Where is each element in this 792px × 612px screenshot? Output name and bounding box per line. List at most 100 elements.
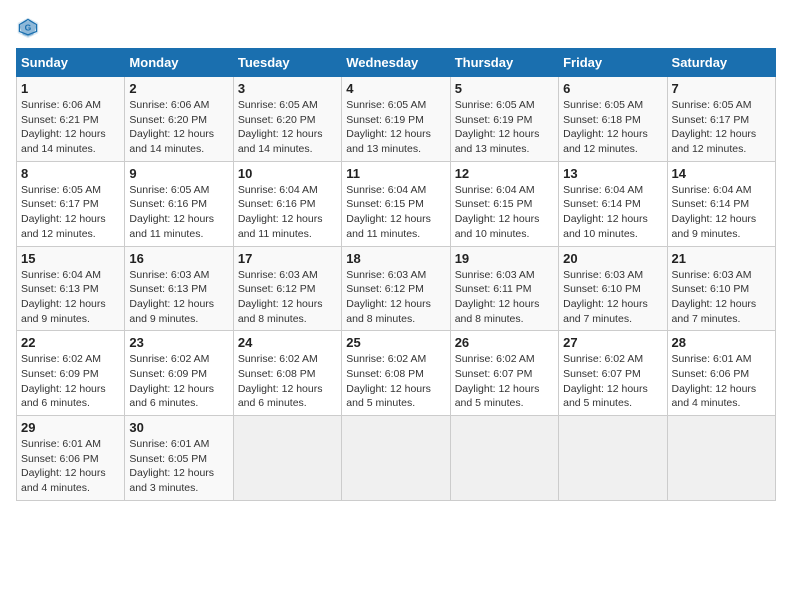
table-row: 25 Sunrise: 6:02 AM Sunset: 6:08 PM Dayl… [342,331,450,416]
sunrise: Sunrise: 6:02 AM [129,353,209,365]
table-row: 10 Sunrise: 6:04 AM Sunset: 6:16 PM Dayl… [233,161,341,246]
table-row: 26 Sunrise: 6:02 AM Sunset: 6:07 PM Dayl… [450,331,558,416]
table-row: 6 Sunrise: 6:05 AM Sunset: 6:18 PM Dayli… [559,77,667,162]
day-info: Sunrise: 6:05 AM Sunset: 6:20 PM Dayligh… [238,98,337,157]
daylight: Daylight: 12 hours and 4 minutes. [672,383,757,410]
sunset: Sunset: 6:19 PM [346,114,424,126]
sunset: Sunset: 6:21 PM [21,114,99,126]
daylight: Daylight: 12 hours and 14 minutes. [21,128,106,155]
sunrise: Sunrise: 6:06 AM [21,99,101,111]
day-info: Sunrise: 6:02 AM Sunset: 6:09 PM Dayligh… [129,352,228,411]
daylight: Daylight: 12 hours and 13 minutes. [346,128,431,155]
day-number: 13 [563,166,662,181]
day-number: 20 [563,251,662,266]
daylight: Daylight: 12 hours and 14 minutes. [129,128,214,155]
daylight: Daylight: 12 hours and 10 minutes. [563,213,648,240]
day-info: Sunrise: 6:05 AM Sunset: 6:19 PM Dayligh… [455,98,554,157]
daylight: Daylight: 12 hours and 6 minutes. [129,383,214,410]
day-number: 12 [455,166,554,181]
sunrise: Sunrise: 6:02 AM [21,353,101,365]
day-number: 30 [129,420,228,435]
day-number: 14 [672,166,771,181]
sunset: Sunset: 6:11 PM [455,283,532,295]
day-number: 5 [455,81,554,96]
sunset: Sunset: 6:06 PM [21,453,99,465]
sunset: Sunset: 6:20 PM [129,114,207,126]
calendar-header-row: Sunday Monday Tuesday Wednesday Thursday… [17,49,776,77]
calendar-week-row: 22 Sunrise: 6:02 AM Sunset: 6:09 PM Dayl… [17,331,776,416]
table-row [667,416,775,501]
day-info: Sunrise: 6:03 AM Sunset: 6:11 PM Dayligh… [455,268,554,327]
sunset: Sunset: 6:16 PM [129,198,207,210]
day-number: 24 [238,335,337,350]
table-row: 28 Sunrise: 6:01 AM Sunset: 6:06 PM Dayl… [667,331,775,416]
sunrise: Sunrise: 6:03 AM [563,269,643,281]
sunrise: Sunrise: 6:05 AM [455,99,535,111]
day-info: Sunrise: 6:03 AM Sunset: 6:12 PM Dayligh… [238,268,337,327]
sunset: Sunset: 6:12 PM [346,283,424,295]
day-number: 7 [672,81,771,96]
col-friday: Friday [559,49,667,77]
table-row: 16 Sunrise: 6:03 AM Sunset: 6:13 PM Dayl… [125,246,233,331]
day-number: 9 [129,166,228,181]
day-number: 23 [129,335,228,350]
day-number: 17 [238,251,337,266]
sunrise: Sunrise: 6:03 AM [672,269,752,281]
sunset: Sunset: 6:15 PM [346,198,424,210]
sunset: Sunset: 6:05 PM [129,453,207,465]
sunset: Sunset: 6:15 PM [455,198,533,210]
day-info: Sunrise: 6:06 AM Sunset: 6:21 PM Dayligh… [21,98,120,157]
sunset: Sunset: 6:19 PM [455,114,533,126]
table-row: 13 Sunrise: 6:04 AM Sunset: 6:14 PM Dayl… [559,161,667,246]
sunset: Sunset: 6:14 PM [672,198,750,210]
sunset: Sunset: 6:13 PM [129,283,207,295]
sunrise: Sunrise: 6:02 AM [238,353,318,365]
table-row: 18 Sunrise: 6:03 AM Sunset: 6:12 PM Dayl… [342,246,450,331]
daylight: Daylight: 12 hours and 9 minutes. [672,213,757,240]
daylight: Daylight: 12 hours and 12 minutes. [672,128,757,155]
daylight: Daylight: 12 hours and 9 minutes. [21,298,106,325]
day-info: Sunrise: 6:05 AM Sunset: 6:17 PM Dayligh… [21,183,120,242]
sunset: Sunset: 6:06 PM [672,368,750,380]
day-info: Sunrise: 6:04 AM Sunset: 6:14 PM Dayligh… [672,183,771,242]
sunset: Sunset: 6:16 PM [238,198,316,210]
sunrise: Sunrise: 6:01 AM [21,438,101,450]
sunrise: Sunrise: 6:05 AM [563,99,643,111]
day-number: 28 [672,335,771,350]
day-number: 10 [238,166,337,181]
sunrise: Sunrise: 6:01 AM [129,438,209,450]
sunrise: Sunrise: 6:04 AM [346,184,426,196]
sunset: Sunset: 6:17 PM [21,198,99,210]
day-number: 21 [672,251,771,266]
sunrise: Sunrise: 6:03 AM [129,269,209,281]
col-saturday: Saturday [667,49,775,77]
day-info: Sunrise: 6:05 AM Sunset: 6:17 PM Dayligh… [672,98,771,157]
calendar-week-row: 29 Sunrise: 6:01 AM Sunset: 6:06 PM Dayl… [17,416,776,501]
day-info: Sunrise: 6:03 AM Sunset: 6:10 PM Dayligh… [672,268,771,327]
sunset: Sunset: 6:20 PM [238,114,316,126]
sunset: Sunset: 6:08 PM [238,368,316,380]
daylight: Daylight: 12 hours and 6 minutes. [21,383,106,410]
day-number: 26 [455,335,554,350]
daylight: Daylight: 12 hours and 9 minutes. [129,298,214,325]
daylight: Daylight: 12 hours and 8 minutes. [346,298,431,325]
table-row: 4 Sunrise: 6:05 AM Sunset: 6:19 PM Dayli… [342,77,450,162]
calendar-week-row: 15 Sunrise: 6:04 AM Sunset: 6:13 PM Dayl… [17,246,776,331]
sunrise: Sunrise: 6:04 AM [455,184,535,196]
table-row: 22 Sunrise: 6:02 AM Sunset: 6:09 PM Dayl… [17,331,125,416]
sunset: Sunset: 6:07 PM [455,368,533,380]
table-row: 21 Sunrise: 6:03 AM Sunset: 6:10 PM Dayl… [667,246,775,331]
day-info: Sunrise: 6:04 AM Sunset: 6:14 PM Dayligh… [563,183,662,242]
table-row [233,416,341,501]
day-info: Sunrise: 6:01 AM Sunset: 6:06 PM Dayligh… [672,352,771,411]
daylight: Daylight: 12 hours and 12 minutes. [21,213,106,240]
sunrise: Sunrise: 6:06 AM [129,99,209,111]
day-number: 2 [129,81,228,96]
day-number: 4 [346,81,445,96]
day-number: 8 [21,166,120,181]
table-row: 2 Sunrise: 6:06 AM Sunset: 6:20 PM Dayli… [125,77,233,162]
sunset: Sunset: 6:14 PM [563,198,641,210]
day-info: Sunrise: 6:02 AM Sunset: 6:07 PM Dayligh… [563,352,662,411]
sunset: Sunset: 6:12 PM [238,283,316,295]
sunset: Sunset: 6:10 PM [563,283,641,295]
